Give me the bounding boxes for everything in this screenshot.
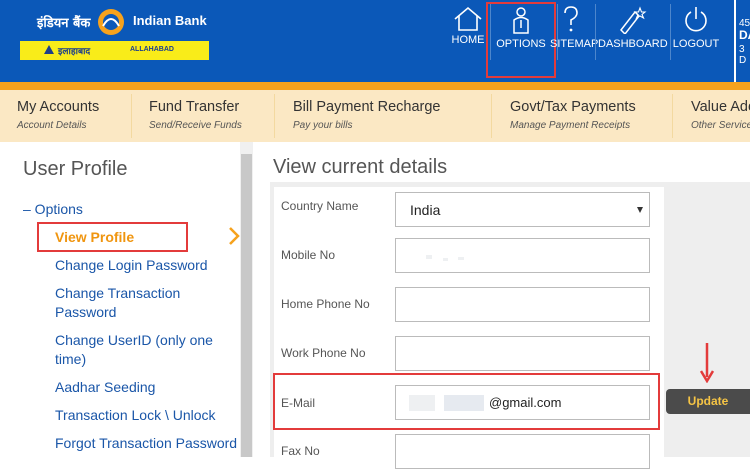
mobile-field[interactable] xyxy=(395,238,650,273)
user-info: 455 DA 3 D xyxy=(734,0,750,82)
nav-logout-label: LOGOUT xyxy=(672,38,720,50)
menu-subtitle: Send/Receive Funds xyxy=(149,120,242,131)
menu-divider xyxy=(274,94,275,138)
user-info-line2: DA xyxy=(739,28,750,42)
menu-subtitle: Manage Payment Receipts xyxy=(510,120,631,131)
profile-sidebar: User Profile – Options View Profile Chan… xyxy=(0,142,240,457)
brand-name-english: Indian Bank xyxy=(133,13,207,28)
partner-name-hindi: इलाहाबाद xyxy=(58,47,91,57)
user-info-line3: 3 D xyxy=(739,44,747,66)
nav-dashboard[interactable]: DASHBOARD xyxy=(598,0,668,60)
redacted-mobile-mask xyxy=(458,257,464,260)
work-phone-label: Work Phone No xyxy=(281,346,366,360)
scrollbar-thumb[interactable] xyxy=(241,154,252,457)
menu-my-accounts[interactable]: My Accounts Account Details xyxy=(17,90,127,142)
mobile-label: Mobile No xyxy=(281,248,336,262)
header-bar: इंडियन बैंक Indian Bank इलाहाबाद ALLAHAB… xyxy=(0,0,750,82)
home-phone-field[interactable] xyxy=(395,287,650,322)
sidebar-item-change-transaction-password[interactable]: Change Transaction Password xyxy=(55,284,195,322)
allahabad-banner: इलाहाबाद ALLAHABAD xyxy=(20,41,209,60)
nav-logout[interactable]: LOGOUT xyxy=(672,0,720,60)
fax-label: Fax No xyxy=(281,444,320,458)
nav-home-label: HOME xyxy=(451,34,485,46)
menu-subtitle: Pay your bills xyxy=(293,120,353,131)
brand-name-hindi: इंडियन बैंक xyxy=(37,16,91,31)
partner-name-english: ALLAHABAD xyxy=(130,46,174,53)
menu-govt-tax[interactable]: Govt/Tax Payments Manage Payment Receipt… xyxy=(510,90,670,142)
nav-sitemap[interactable]: SITEMAP xyxy=(550,0,599,60)
power-icon xyxy=(685,7,707,32)
menu-value-added[interactable]: Value Ade Other Service xyxy=(691,90,750,142)
sidebar-item-view-profile[interactable]: View Profile xyxy=(37,222,188,252)
fax-field[interactable] xyxy=(395,434,650,469)
sidebar-scrollbar[interactable] xyxy=(240,142,253,457)
down-arrow-icon xyxy=(700,343,714,383)
redacted-mobile-mask xyxy=(443,258,448,261)
home-phone-label: Home Phone No xyxy=(281,297,370,311)
menu-subtitle: Account Details xyxy=(17,120,87,131)
menu-divider xyxy=(131,94,132,138)
indian-bank-logo-icon xyxy=(98,9,124,35)
menu-divider xyxy=(491,94,492,138)
sidebar-item-transaction-lock[interactable]: Transaction Lock \ Unlock xyxy=(55,406,240,425)
question-icon xyxy=(564,6,578,32)
sidebar-item-change-userid[interactable]: Change UserID (only one time) xyxy=(55,331,225,369)
home-icon xyxy=(454,6,482,31)
nav-divider xyxy=(670,4,671,60)
redacted-mobile-mask xyxy=(426,255,432,259)
allahabad-logo-icon xyxy=(44,45,54,54)
country-selected-value: India xyxy=(410,202,441,218)
sidebar-options-toggle[interactable]: – Options xyxy=(23,201,83,217)
nav-divider xyxy=(595,4,596,60)
menu-divider xyxy=(672,94,673,138)
menu-title: Fund Transfer xyxy=(149,99,240,115)
sidebar-item-change-login-password[interactable]: Change Login Password xyxy=(55,256,240,275)
sidebar-item-aadhar-seeding[interactable]: Aadhar Seeding xyxy=(55,378,240,397)
nav-home[interactable]: HOME xyxy=(448,0,488,60)
update-button[interactable]: Update xyxy=(666,389,750,414)
email-highlight-box xyxy=(273,373,660,430)
nav-sitemap-label: SITEMAP xyxy=(550,38,599,50)
options-highlight-box xyxy=(486,2,556,78)
dashboard-pen-icon xyxy=(620,6,647,34)
accent-stripe xyxy=(0,82,750,90)
menu-fund-transfer[interactable]: Fund Transfer Send/Receive Funds xyxy=(149,90,269,142)
dropdown-caret-icon xyxy=(637,207,643,213)
menu-title: Value Ade xyxy=(691,99,750,115)
menu-subtitle: Other Service xyxy=(691,120,750,131)
menu-title: Bill Payment Recharge xyxy=(293,99,441,115)
page-title: View current details xyxy=(273,156,448,178)
menu-title: Govt/Tax Payments xyxy=(510,99,636,115)
nav-dashboard-label: DASHBOARD xyxy=(598,38,668,50)
menu-title: My Accounts xyxy=(17,99,100,115)
country-label: Country Name xyxy=(281,199,359,213)
sidebar-item-forgot-transaction-password[interactable]: Forgot Transaction Password xyxy=(55,434,240,453)
menu-bill-payment[interactable]: Bill Payment Recharge Pay your bills xyxy=(293,90,473,142)
work-phone-field[interactable] xyxy=(395,336,650,371)
sidebar-item-label: View Profile xyxy=(55,229,135,245)
sidebar-title: User Profile xyxy=(23,158,128,180)
country-select[interactable]: India xyxy=(395,192,650,227)
main-menu: My Accounts Account Details Fund Transfe… xyxy=(0,90,750,142)
chevron-right-icon xyxy=(229,227,240,245)
